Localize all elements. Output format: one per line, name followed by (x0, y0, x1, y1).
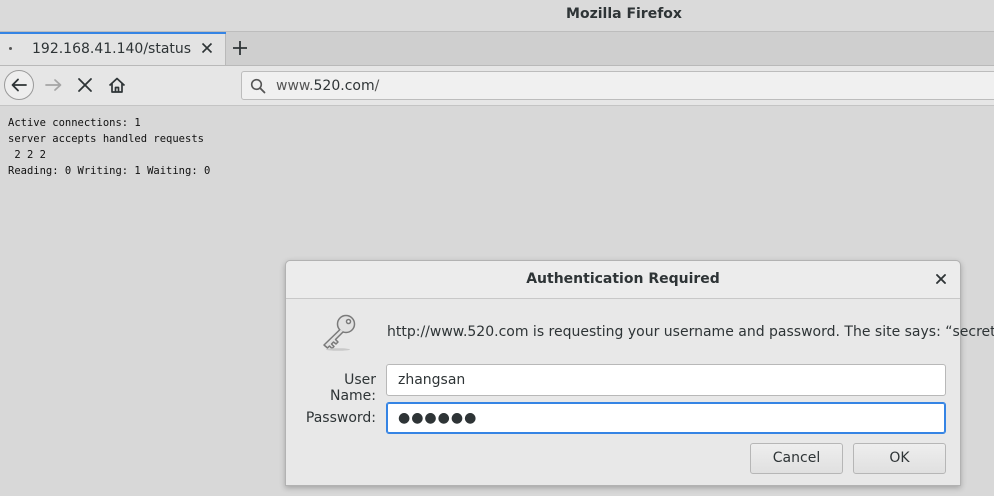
firefox-window: Mozilla Firefox 192.168.41.140/status ww… (0, 0, 994, 496)
stop-icon (78, 78, 92, 92)
home-icon (108, 77, 126, 93)
arrow-left-icon (11, 78, 27, 92)
url-suffix: / (374, 78, 380, 94)
dialog-header: Authentication Required (286, 261, 960, 299)
username-label: User Name: (329, 372, 376, 404)
tab-strip: 192.168.41.140/status (0, 32, 994, 66)
arrow-right-icon (45, 79, 62, 91)
url-text: www.520.com/ (276, 78, 379, 94)
url-bar[interactable]: www.520.com/ (241, 71, 994, 100)
tab-close-icon[interactable] (199, 40, 215, 56)
key-icon (323, 314, 356, 351)
dialog-title: Authentication Required (526, 271, 720, 287)
dialog-message: http://www.520.com is requesting your us… (387, 324, 994, 340)
back-button[interactable] (4, 70, 34, 100)
status-line: server accepts handled requests (8, 133, 204, 145)
cancel-button[interactable]: Cancel (750, 443, 843, 474)
stop-button[interactable] (71, 71, 99, 99)
password-label: Password: (305, 410, 376, 426)
url-host: 520.com (313, 78, 375, 94)
status-line: Reading: 0 Writing: 1 Waiting: 0 (8, 165, 211, 177)
username-input[interactable]: zhangsan (386, 364, 946, 396)
search-icon (250, 78, 266, 94)
dialog-close-icon[interactable] (934, 272, 948, 286)
tab-label: 192.168.41.140/status (32, 41, 192, 57)
navigation-toolbar: www.520.com/ (0, 66, 994, 106)
password-input[interactable]: ●●●●●● (386, 402, 946, 434)
tab-loading-icon (9, 47, 12, 50)
status-line: 2 2 2 (8, 149, 46, 161)
forward-button[interactable] (40, 71, 68, 99)
window-title: Mozilla Firefox (566, 6, 682, 22)
tab-active-indicator (0, 32, 226, 34)
status-line: Active connections: 1 (8, 117, 141, 129)
home-button[interactable] (103, 71, 131, 99)
auth-dialog: Authentication Required http://www.520.c… (285, 260, 994, 486)
tab-status[interactable]: 192.168.41.140/status (0, 32, 226, 65)
window-titlebar: Mozilla Firefox (0, 0, 994, 32)
ok-button[interactable]: OK (853, 443, 946, 474)
new-tab-plus-icon[interactable] (230, 38, 250, 58)
url-prefix: www. (276, 78, 314, 94)
nginx-status-text: Active connections: 1 server accepts hand… (8, 115, 210, 179)
